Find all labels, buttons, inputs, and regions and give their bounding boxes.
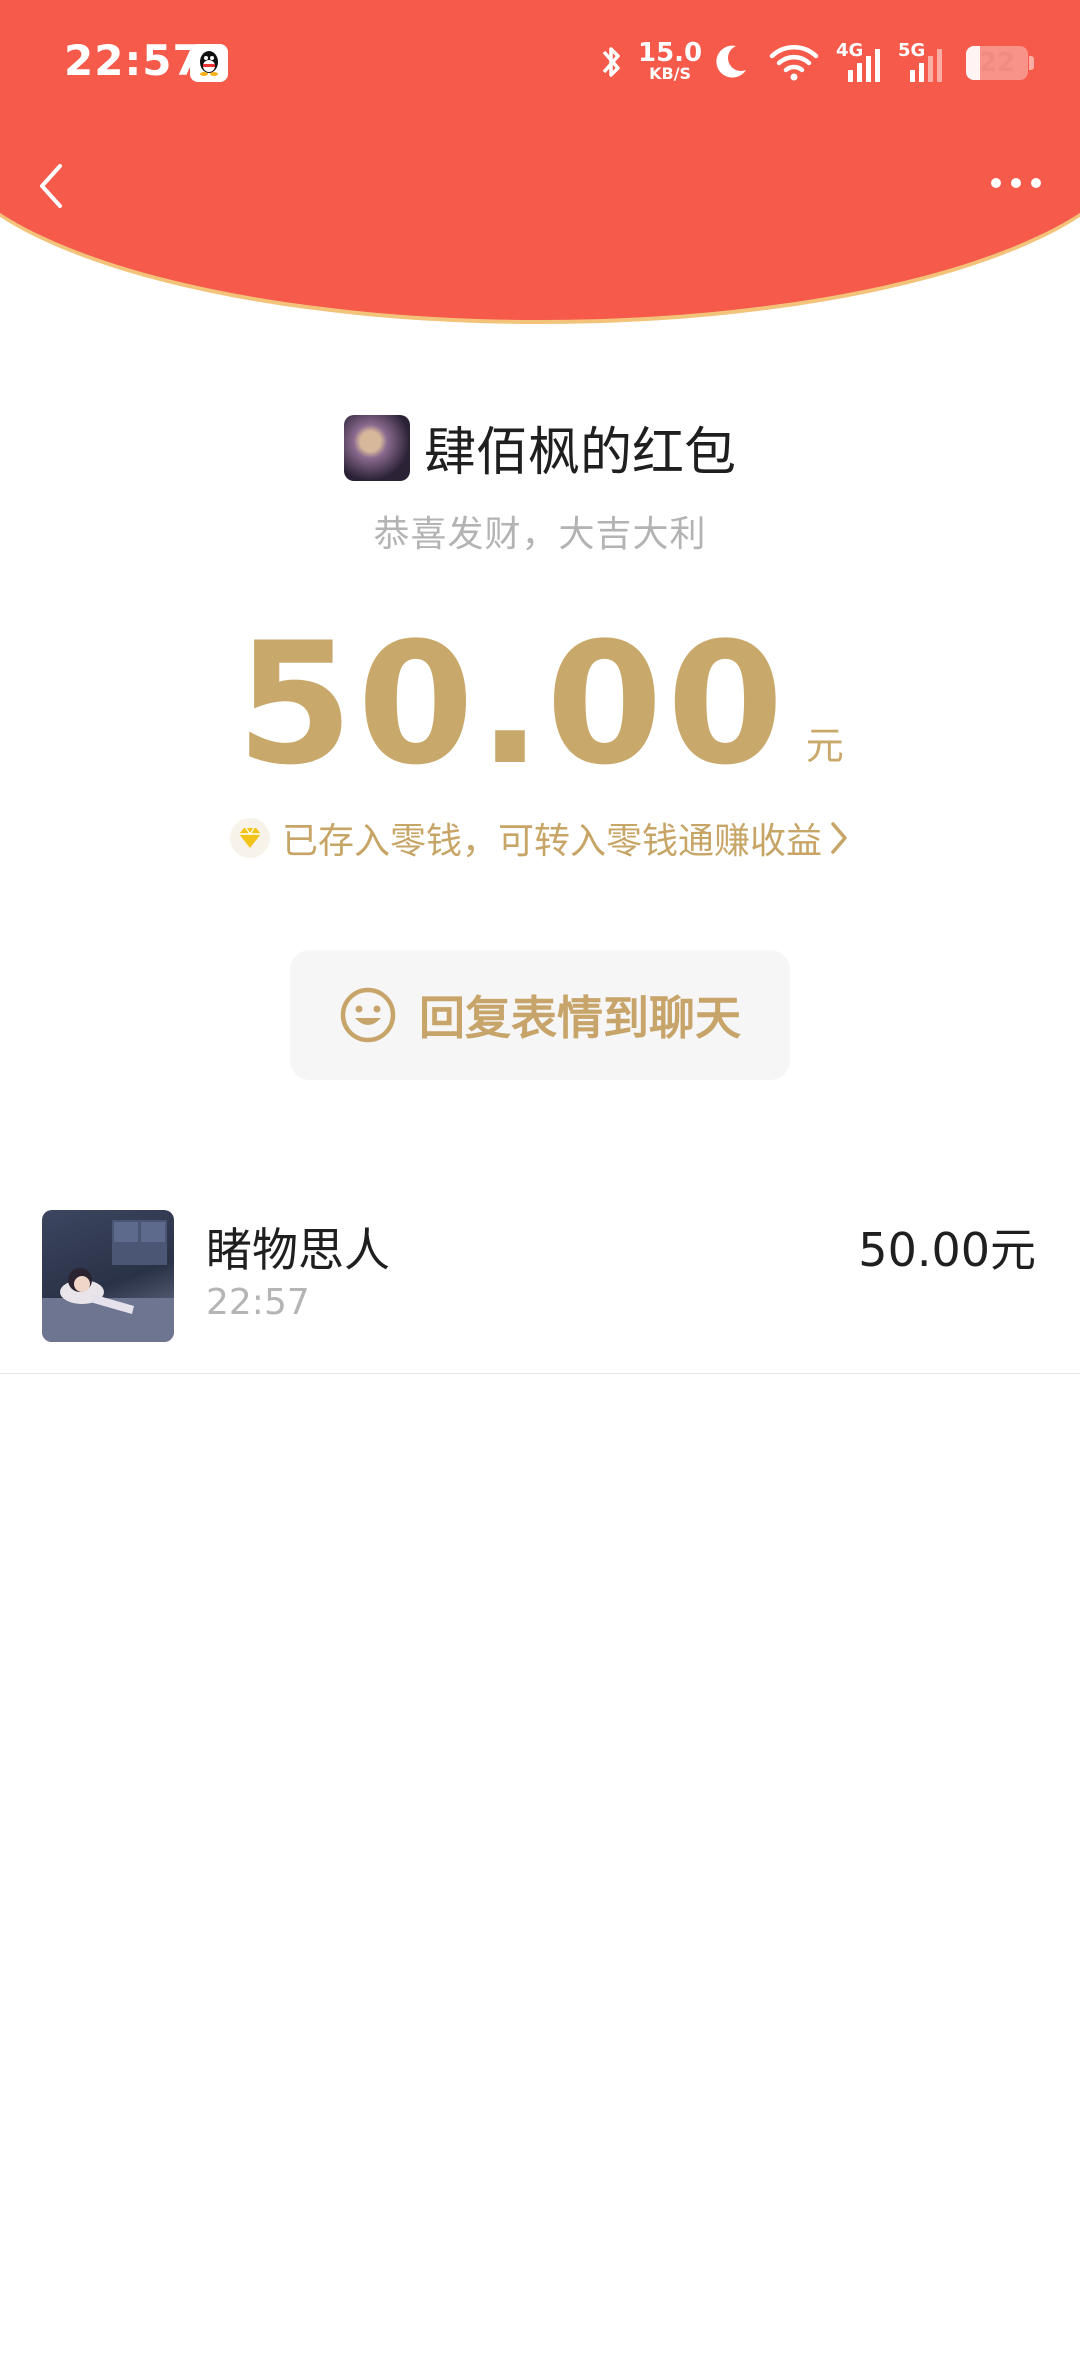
network-speed-value: 15.0 — [638, 38, 703, 68]
amount-row: 50.00 元 — [0, 620, 1080, 788]
more-dots-icon — [991, 178, 1041, 188]
chevron-right-icon — [831, 822, 847, 854]
battery-level: 22 — [978, 48, 1016, 78]
back-button[interactable] — [26, 156, 76, 216]
battery-icon: 22 — [966, 46, 1028, 80]
sender-title: 肆佰枫的红包 — [423, 423, 736, 483]
amount-unit: 元 — [805, 724, 844, 768]
status-icons: 15.0 KB/S 4G 5G 22 — [600, 40, 1040, 88]
saved-to-wallet-link[interactable]: 已存入零钱，可转入零钱通赚收益 — [0, 812, 1080, 864]
red-packet-detail-page: 22:57 15.0 KB/S 4G 5G 22 肆佰枫的红包 恭喜发财，大吉大… — [0, 0, 1080, 2376]
reply-button-label: 回复表情到聊天 — [419, 991, 741, 1045]
receiver-amount: 50.00元 — [858, 1223, 1036, 1277]
received-amount: 50.00 — [236, 606, 788, 802]
saved-to-wallet-text: 已存入零钱，可转入零钱通赚收益 — [281, 821, 822, 862]
receiver-time: 22:57 — [206, 1282, 310, 1323]
moon-icon — [710, 42, 750, 86]
sender-avatar[interactable] — [343, 414, 410, 481]
blessing-text: 恭喜发财，大吉大利 — [373, 514, 707, 555]
signal-4g-icon — [846, 48, 882, 86]
signal-5g-icon — [908, 48, 944, 86]
network-speed: 15.0 KB/S — [638, 40, 702, 82]
receiver-name: 睹物思人 — [206, 1223, 390, 1277]
more-options-button[interactable] — [986, 168, 1046, 198]
receiver-avatar[interactable] — [42, 1210, 174, 1342]
reply-with-sticker-button[interactable]: 回复表情到聊天 — [290, 950, 790, 1080]
bluetooth-icon — [600, 42, 624, 86]
status-bar: 22:57 15.0 KB/S 4G 5G 22 — [0, 0, 1080, 128]
network-speed-unit: KB/S — [649, 64, 692, 83]
smiley-icon — [340, 987, 396, 1043]
chevron-left-icon — [40, 164, 62, 208]
receiver-list-item[interactable]: 睹物思人 22:57 50.00元 — [0, 1190, 1080, 1374]
battery-tip — [1029, 56, 1034, 70]
status-time: 22:57 — [64, 36, 203, 85]
wifi-icon — [768, 42, 820, 86]
sender-row: 肆佰枫的红包 — [0, 410, 1080, 485]
qq-notification-icon — [190, 44, 228, 82]
diamond-icon — [229, 818, 270, 858]
